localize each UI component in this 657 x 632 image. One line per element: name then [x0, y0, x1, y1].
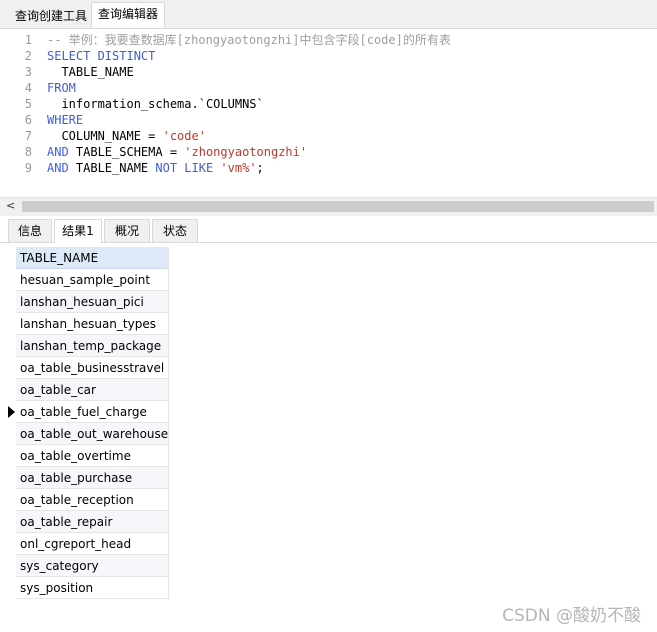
editor-horizontal-scrollbar[interactable]: < [0, 197, 657, 216]
table-row-cell[interactable]: lanshan_hesuan_types [16, 313, 169, 335]
sql-editor[interactable]: 1 -- 举例：我要查数据库[zhongyaotongzhi]中包含字段[code… [0, 29, 657, 197]
current-row-indicator-icon [8, 406, 15, 418]
scrollbar-thumb[interactable] [22, 201, 654, 212]
code-text: information_schema.`COLUMNS` [47, 96, 264, 112]
tab-query-builder[interactable]: 查询创建工具 [8, 4, 95, 27]
code-text: AND TABLE_NAME NOT LIKE 'vm%'; [47, 160, 264, 176]
code-text: TABLE_NAME [47, 64, 134, 80]
table-row-cell[interactable]: hesuan_sample_point [16, 269, 169, 291]
table-row-cell[interactable]: sys_position [16, 577, 169, 599]
code-token: ; [256, 161, 264, 175]
code-token: TABLE_SCHEMA = [68, 145, 185, 159]
line-number: 5 [24, 97, 32, 111]
code-token: 'code' [162, 129, 206, 143]
line-number: 4 [24, 81, 32, 95]
code-token: information_schema.`COLUMNS` [47, 97, 264, 111]
watermark: CSDN @酸奶不酸 [502, 606, 641, 626]
result-tab-bar: 信息 结果1 概况 状态 [0, 216, 657, 243]
code-token: 'vm%' [220, 161, 257, 175]
table-row-cell[interactable]: oa_table_businesstravel [16, 357, 169, 379]
code-token: SELECT DISTINCT [47, 49, 156, 63]
code-text: WHERE [47, 112, 83, 128]
result-tab[interactable]: 结果1 [54, 219, 102, 243]
code-token: WHERE [47, 113, 84, 127]
code-text: AND TABLE_SCHEMA = 'zhongyaotongzhi' [47, 144, 307, 160]
table-row-cell[interactable]: oa_table_reception [16, 489, 169, 511]
table-row-cell[interactable]: oa_table_fuel_charge [16, 401, 169, 423]
line-number: 2 [24, 49, 32, 63]
table-row-cell[interactable]: lanshan_hesuan_pici [16, 291, 169, 313]
table-row-cell[interactable]: oa_table_overtime [16, 445, 169, 467]
result-tab[interactable]: 概况 [104, 219, 150, 242]
code-text: FROM [47, 80, 76, 96]
code-text: SELECT DISTINCT [47, 48, 155, 64]
code-token: 'zhongyaotongzhi' [184, 145, 308, 159]
line-number: 3 [24, 65, 32, 79]
top-tab-bar: 查询创建工具 查询编辑器 [0, 0, 657, 29]
code-token: AND [47, 161, 69, 175]
result-tab[interactable]: 信息 [8, 219, 52, 242]
code-text: -- 举例：我要查数据库[zhongyaotongzhi]中包含字段[code]… [47, 32, 451, 48]
code-token: -- 举例：我要查数据库[zhongyaotongzhi]中包含字段[code]… [47, 33, 451, 47]
code-token: TABLE_NAME [47, 65, 134, 79]
line-number: 1 [24, 33, 32, 47]
tab-query-editor[interactable]: 查询编辑器 [91, 2, 166, 28]
code-token: COLUMN_NAME = [47, 129, 163, 143]
line-number: 6 [24, 113, 32, 127]
line-number: 9 [24, 161, 32, 175]
result-tab[interactable]: 状态 [152, 219, 198, 242]
table-row-cell[interactable]: onl_cgreport_head [16, 533, 169, 555]
table-row-cell[interactable]: oa_table_purchase [16, 467, 169, 489]
table-row-cell[interactable]: oa_table_repair [16, 511, 169, 533]
line-number: 7 [24, 129, 32, 143]
result-grid[interactable]: TABLE_NAME hesuan_sample_point lanshan_hes… [0, 243, 657, 632]
code-token: AND [47, 145, 69, 159]
line-number: 8 [24, 145, 32, 159]
table-row-cell[interactable]: oa_table_car [16, 379, 169, 401]
code-token: FROM [47, 81, 76, 95]
code-token: NOT LIKE [155, 161, 214, 175]
scroll-left-icon[interactable]: < [6, 199, 15, 212]
table-row-cell[interactable]: lanshan_temp_package [16, 335, 169, 357]
table-row-cell[interactable]: oa_table_out_warehouse [16, 423, 169, 445]
code-text: COLUMN_NAME = 'code' [47, 128, 206, 144]
column-header-table-name[interactable]: TABLE_NAME [16, 247, 169, 269]
table-row-cell[interactable]: sys_category [16, 555, 169, 577]
code-token: TABLE_NAME [68, 161, 156, 175]
